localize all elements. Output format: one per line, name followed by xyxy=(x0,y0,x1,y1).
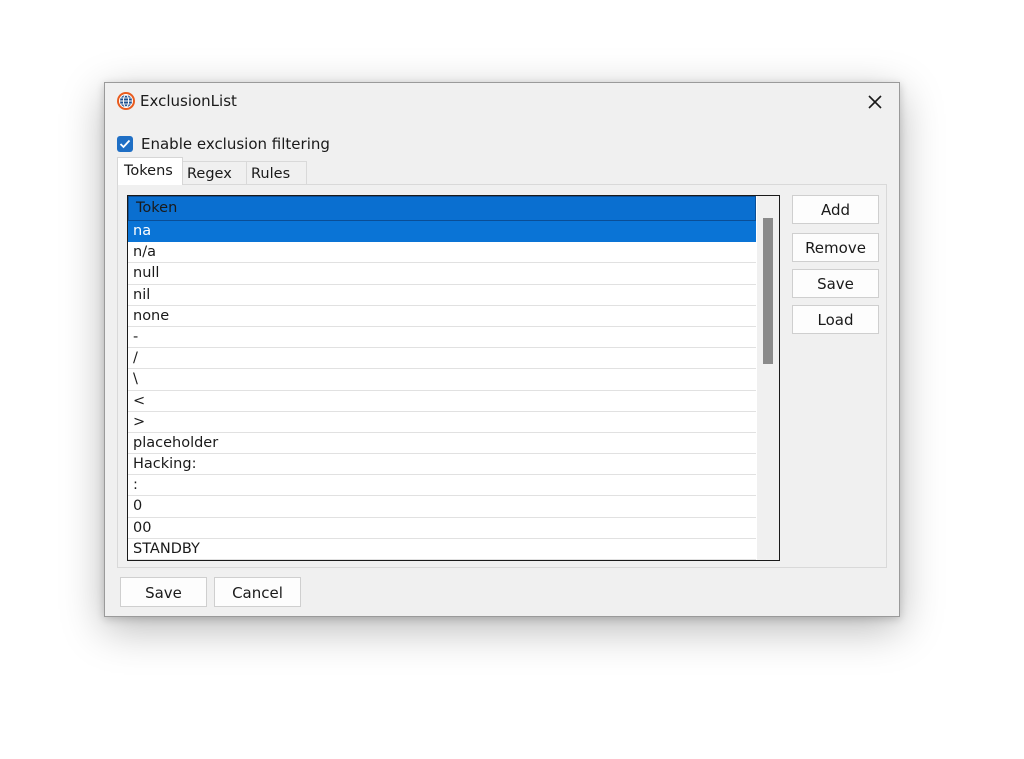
remove-button[interactable]: Remove xyxy=(792,233,879,262)
token-rows: na n/a null nil none - / \ < > placeholder Hacking:… xyxy=(128,221,756,560)
load-button[interactable]: Load xyxy=(792,305,879,334)
tab-tokens[interactable]: Tokens xyxy=(117,157,183,185)
token-list[interactable]: Token na n/a null nil none - / \ < > placeholder Ha… xyxy=(127,195,780,561)
table-row[interactable]: n/a xyxy=(128,242,756,264)
add-button[interactable]: Add xyxy=(792,195,879,224)
enable-filtering-label: Enable exclusion filtering xyxy=(141,135,330,153)
table-row[interactable]: 0 xyxy=(128,496,756,518)
table-row[interactable]: na xyxy=(128,221,756,243)
title-bar: ExclusionList xyxy=(105,83,899,121)
cancel-button[interactable]: Cancel xyxy=(214,577,301,607)
table-row[interactable]: STANDBY xyxy=(128,539,756,560)
globe-icon xyxy=(116,91,136,111)
tab-regex[interactable]: Regex xyxy=(183,161,247,185)
exclusion-list-dialog: ExclusionList Enable exclusion filtering… xyxy=(104,82,900,617)
table-row[interactable]: > xyxy=(128,412,756,433)
table-row[interactable]: < xyxy=(128,391,756,412)
table-row[interactable]: placeholder xyxy=(128,433,756,455)
save-button[interactable]: Save xyxy=(120,577,207,607)
table-row[interactable]: \ xyxy=(128,369,756,391)
table-row[interactable]: - xyxy=(128,327,756,349)
scrollbar-thumb[interactable] xyxy=(763,218,773,364)
table-row[interactable]: nil xyxy=(128,285,756,306)
table-row[interactable]: null xyxy=(128,263,756,285)
tab-rules[interactable]: Rules xyxy=(247,161,307,185)
column-header-token[interactable]: Token xyxy=(128,196,756,221)
table-row[interactable]: / xyxy=(128,348,756,370)
checkbox-checked-icon[interactable] xyxy=(117,136,133,152)
table-row[interactable]: : xyxy=(128,475,756,497)
vertical-scrollbar[interactable] xyxy=(757,196,779,560)
table-row[interactable]: 00 xyxy=(128,518,756,539)
window-title: ExclusionList xyxy=(140,92,237,110)
save-list-button[interactable]: Save xyxy=(792,269,879,298)
table-row[interactable]: none xyxy=(128,306,756,327)
close-button[interactable] xyxy=(857,87,893,117)
table-row[interactable]: Hacking: xyxy=(128,454,756,476)
close-icon xyxy=(868,95,882,109)
